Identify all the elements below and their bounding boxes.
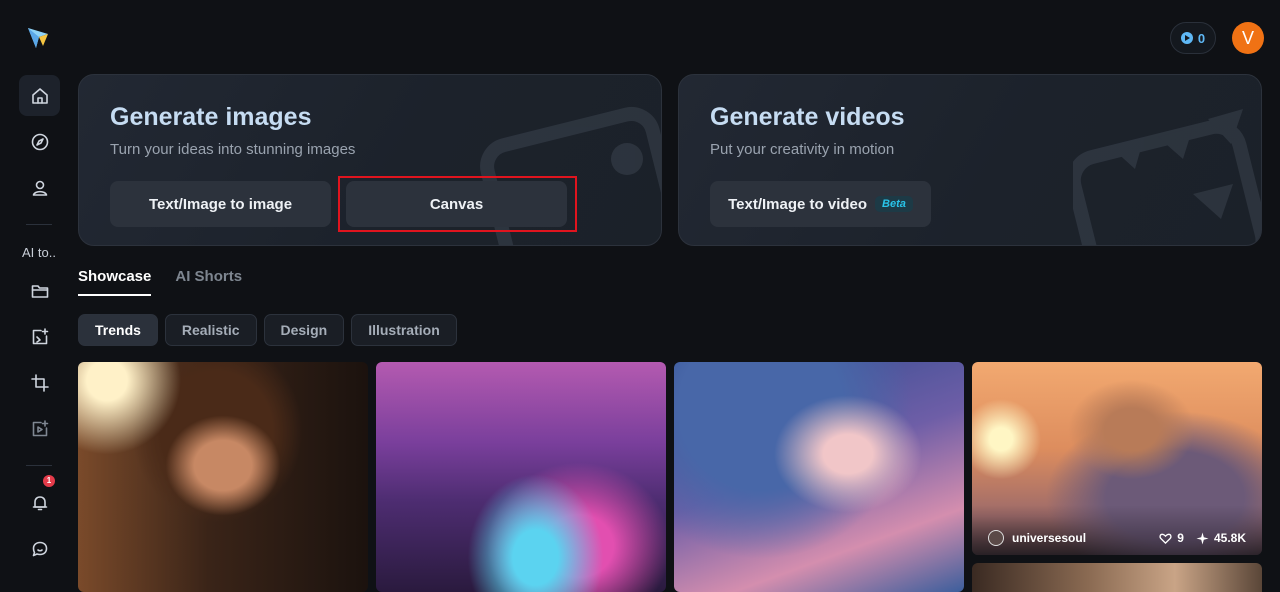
- generate-videos-card: Generate videos Put your creativity in m…: [678, 74, 1262, 246]
- sidebar-canvas-button[interactable]: [19, 362, 60, 403]
- heart-icon: [1159, 533, 1172, 544]
- uses-stat: 45.8K: [1196, 531, 1246, 545]
- sidebar-divider: [26, 465, 52, 466]
- generate-images-card: Generate images Turn your ideas into stu…: [78, 74, 662, 246]
- filter-design[interactable]: Design: [263, 314, 345, 346]
- bell-icon: [32, 495, 47, 510]
- image-sparkle-icon: [32, 327, 48, 344]
- user-icon: [32, 180, 47, 196]
- crop-icon: [30, 373, 49, 392]
- home-icon: [31, 87, 48, 104]
- generate-images-title: Generate images: [110, 103, 312, 131]
- text-image-to-video-button[interactable]: Text/Image to video Beta: [710, 181, 931, 227]
- generate-videos-subtitle: Put your creativity in motion: [710, 141, 895, 158]
- sparkle-icon: [1196, 531, 1209, 545]
- sidebar-profile-button[interactable]: [19, 167, 60, 208]
- credits-indicator[interactable]: 0: [1170, 22, 1216, 54]
- sidebar-notifications-button[interactable]: 1: [19, 475, 60, 523]
- generate-videos-title: Generate videos: [710, 103, 905, 131]
- category-filters: Trends Realistic Design Illustration: [78, 314, 457, 346]
- gallery-item-portrait[interactable]: [78, 362, 368, 592]
- gallery-item-woman-sunset[interactable]: universesoul 9 45.8K: [972, 362, 1262, 555]
- filter-realistic[interactable]: Realistic: [164, 314, 257, 346]
- tab-showcase[interactable]: Showcase: [78, 268, 152, 296]
- gallery-item-neon-car[interactable]: [376, 362, 666, 592]
- credits-count: 0: [1197, 30, 1206, 46]
- canvas-button[interactable]: Canvas: [346, 181, 567, 227]
- folder-icon: [31, 284, 48, 298]
- text-image-to-video-label: Text/Image to video: [728, 195, 868, 213]
- gallery-item-galaxy[interactable]: [674, 362, 964, 592]
- uses-count: 45.8K: [1213, 531, 1246, 545]
- sidebar-divider: [26, 224, 52, 225]
- text-image-to-image-button[interactable]: Text/Image to image: [110, 181, 331, 227]
- filter-illustration[interactable]: Illustration: [351, 314, 457, 346]
- likes-count: 9: [1177, 531, 1184, 545]
- tile-meta: universesoul 9 45.8K: [988, 530, 1246, 546]
- creator-name[interactable]: universesoul: [1012, 531, 1147, 545]
- generate-images-subtitle: Turn your ideas into stunning images: [110, 141, 356, 158]
- compass-icon: [31, 133, 48, 150]
- sidebar-ai-tools-label: AI to..: [22, 245, 56, 260]
- notification-badge: 1: [43, 475, 55, 487]
- sidebar: AI to.. 1: [0, 0, 78, 592]
- user-avatar[interactable]: V: [1232, 22, 1264, 54]
- content-tabs: Showcase AI Shorts: [78, 268, 242, 296]
- sidebar-video-tool-button[interactable]: [19, 408, 60, 449]
- sidebar-image-tool-button[interactable]: [19, 316, 60, 357]
- sidebar-home-button[interactable]: [19, 75, 60, 116]
- video-decoration-icon: [1073, 109, 1261, 245]
- beta-badge: Beta: [875, 196, 913, 212]
- app-logo-icon[interactable]: [24, 24, 52, 52]
- sidebar-assets-button[interactable]: [19, 270, 60, 311]
- likes-stat[interactable]: 9: [1159, 531, 1184, 545]
- creator-avatar[interactable]: [988, 530, 1004, 546]
- chat-icon: [32, 541, 47, 556]
- video-sparkle-icon: [32, 419, 48, 436]
- sidebar-chat-button[interactable]: [19, 528, 60, 569]
- credit-icon: [1180, 32, 1193, 44]
- filter-trends[interactable]: Trends: [78, 314, 158, 346]
- gallery-item-partial[interactable]: [972, 563, 1262, 592]
- tab-ai-shorts[interactable]: AI Shorts: [175, 268, 242, 296]
- sidebar-explore-button[interactable]: [19, 121, 60, 162]
